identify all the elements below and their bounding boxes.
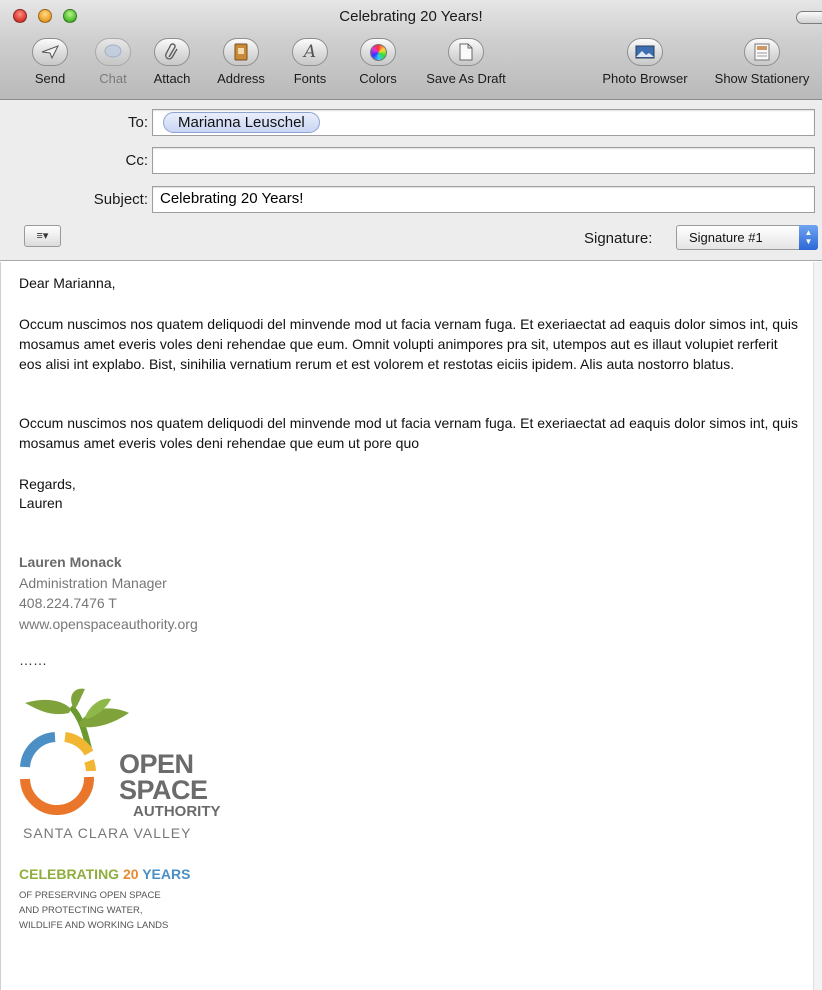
chat-button[interactable]: Chat [91, 38, 135, 86]
fonts-button[interactable]: A Fonts [286, 38, 334, 86]
paper-plane-icon [32, 38, 68, 66]
send-button[interactable]: Send [28, 38, 72, 86]
save-as-draft-label: Save As Draft [426, 71, 506, 86]
address-label: Address [217, 71, 265, 86]
select-arrows-icon: ▲ ▼ [799, 225, 818, 250]
cc-label: Cc: [125, 152, 149, 169]
message-body[interactable]: Dear Marianna, Occum nuscimos nos quatem… [0, 262, 822, 990]
celebrating-years: YEARS [142, 866, 191, 882]
tagline-line-2: AND PROTECTING WATER, [19, 905, 143, 916]
logo-region: SANTA CLARA VALLEY [23, 825, 192, 841]
vertical-scrollbar[interactable] [813, 262, 822, 990]
color-wheel-icon [360, 38, 396, 66]
attach-label: Attach [153, 71, 191, 86]
colors-label: Colors [359, 71, 397, 86]
cc-field[interactable] [152, 147, 815, 174]
photo-browser-button[interactable]: Photo Browser [593, 38, 697, 86]
signature-name: Lauren Monack [19, 554, 122, 570]
logo-word-space: SPACE [119, 775, 208, 805]
send-label: Send [34, 71, 66, 86]
closing: Regards, [19, 476, 76, 492]
sender-first-name: Lauren [19, 495, 63, 511]
chat-label: Chat [99, 71, 127, 86]
to-label: To: [127, 114, 148, 131]
save-as-draft-button[interactable]: Save As Draft [417, 38, 515, 86]
format-menu-button[interactable]: ≡▾ [24, 225, 61, 247]
recipient-token[interactable]: Marianna Leuschel [163, 112, 320, 133]
photo-browser-label: Photo Browser [602, 71, 688, 86]
paperclip-icon [154, 38, 190, 66]
email-signature: Lauren Monack Administration Manager 408… [19, 552, 198, 634]
font-icon: A [292, 38, 328, 66]
signature-separator: …… [19, 652, 47, 668]
celebrating-number: 20 [122, 866, 139, 882]
signature-website[interactable]: www.openspaceauthority.org [19, 614, 198, 635]
show-stationery-button[interactable]: Show Stationery [707, 38, 817, 86]
logo-word-authority: AUTHORITY [133, 803, 221, 820]
body-paragraph-1: Occum nuscimos nos quatem deliquodi del … [19, 316, 798, 372]
to-field[interactable]: Marianna Leuschel [152, 109, 815, 136]
window-chrome: Celebrating 20 Years! Send Chat Attach A… [0, 0, 822, 100]
toolbar-toggle-button[interactable] [796, 11, 822, 24]
attach-button[interactable]: Attach [149, 38, 195, 86]
message-header: To: Marianna Leuschel Cc: Subject: Celeb… [0, 100, 822, 261]
stationery-icon [744, 38, 780, 66]
window-title: Celebrating 20 Years! [339, 8, 483, 25]
address-book-icon [223, 38, 259, 66]
colors-button[interactable]: Colors [353, 38, 403, 86]
signature-selected-value: Signature #1 [689, 230, 763, 245]
signature-title: Administration Manager [19, 574, 167, 591]
title-bar: Celebrating 20 Years! [0, 0, 822, 32]
tagline-line-1: OF PRESERVING OPEN SPACE [19, 890, 161, 901]
signature-select[interactable]: Signature #1 ▲ ▼ [676, 225, 818, 250]
chat-bubble-icon [95, 38, 131, 66]
celebrating-headline: CELEBRATING 20 YEARS [19, 866, 190, 882]
fonts-label: Fonts [293, 71, 327, 86]
address-button[interactable]: Address [212, 38, 270, 86]
subject-field[interactable]: Celebrating 20 Years! [152, 186, 815, 213]
open-space-authority-logo: OPEN SPACE AUTHORITY SANTA CLARA VALLEY [19, 687, 229, 852]
photo-icon [627, 38, 663, 66]
signature-label: Signature: [584, 230, 653, 247]
campaign-tagline: OF PRESERVING OPEN SPACE AND PROTECTING … [19, 888, 168, 933]
show-stationery-label: Show Stationery [714, 71, 810, 86]
tagline-line-3: WILDLIFE AND WORKING LANDS [19, 920, 169, 931]
draft-document-icon [448, 38, 484, 66]
greeting: Dear Marianna, [19, 275, 116, 291]
subject-label: Subject: [93, 191, 148, 208]
signature-phone: 408.224.7476 T [19, 595, 117, 611]
body-paragraph-2: Occum nuscimos nos quatem deliquodi del … [19, 415, 798, 451]
celebrating-word: CELEBRATING [19, 866, 120, 882]
